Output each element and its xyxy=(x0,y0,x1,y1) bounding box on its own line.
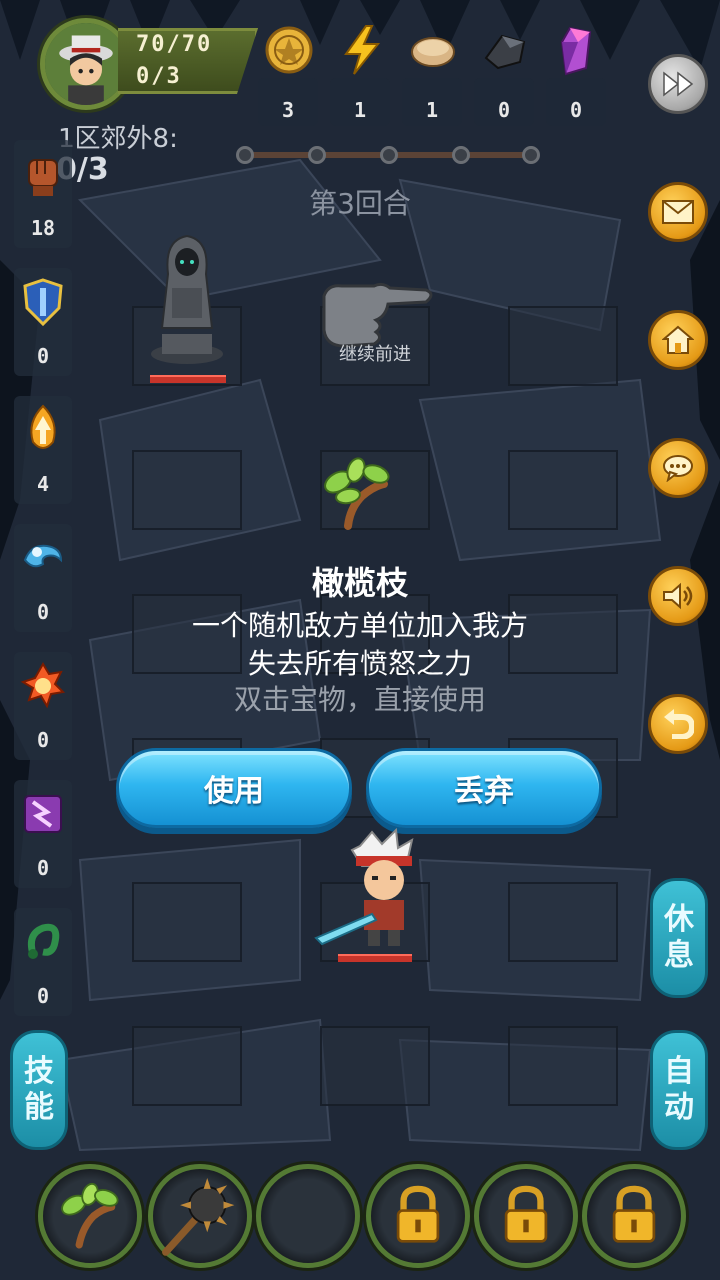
bread-icon xyxy=(411,37,455,67)
lock-icon xyxy=(504,1185,548,1243)
lock-icon xyxy=(396,1185,440,1243)
progress-node xyxy=(236,146,254,164)
item-slot-olive-branch[interactable] xyxy=(38,1164,142,1268)
resource-crystal-value: 0 xyxy=(569,98,583,122)
skill-slot-lightning[interactable]: 0 xyxy=(14,780,72,888)
skill-count: 18 xyxy=(30,216,56,240)
chat-button[interactable] xyxy=(648,438,708,498)
board-cell[interactable] xyxy=(508,882,618,962)
continue-label: 继续前进 xyxy=(339,344,411,365)
hooded-statue-enemy[interactable] xyxy=(142,228,232,368)
board-cell[interactable] xyxy=(508,306,618,386)
discard-item-button[interactable]: 丢弃 xyxy=(366,748,602,828)
shield-icon xyxy=(23,278,63,327)
enemy-hp-bar xyxy=(150,375,226,383)
fast-forward-button[interactable] xyxy=(648,54,708,114)
item-slot-locked[interactable] xyxy=(582,1164,686,1268)
item-description-line2: 失去所有愤怒之力 xyxy=(247,647,472,680)
round-label: 第3回合 xyxy=(309,187,411,220)
rest-button[interactable]: 休 息 xyxy=(650,878,708,998)
resource-crystal: 0 xyxy=(546,22,606,126)
item-hint: 双击宝物，直接使用 xyxy=(233,683,486,716)
skills-label-char: 技 xyxy=(24,1054,54,1089)
stage-label: 1区郊外8: xyxy=(58,124,178,154)
olive-branch-icon xyxy=(61,1182,119,1249)
home-button[interactable] xyxy=(648,310,708,370)
skill-count: 0 xyxy=(36,344,50,368)
skills-toggle-button[interactable]: 技 能 xyxy=(10,1030,68,1150)
auto-button[interactable]: 自 动 xyxy=(650,1030,708,1150)
skill-slot-fire-arrow[interactable]: 4 xyxy=(14,396,72,504)
player-wave-count: 0/3 xyxy=(136,64,182,89)
item-slot-spiked-mace[interactable] xyxy=(148,1164,252,1268)
skill-slot-fist[interactable]: 18 xyxy=(14,140,72,248)
skill-count: 0 xyxy=(36,984,50,1008)
serpent-icon xyxy=(27,923,60,959)
board-cell[interactable] xyxy=(508,450,618,530)
skills-label-char: 能 xyxy=(24,1090,54,1125)
item-description-line1: 一个随机敌方单位加入我方 xyxy=(191,609,528,642)
lightning-icon xyxy=(344,25,381,75)
purple-crystal-icon xyxy=(560,26,592,76)
resource-energy-value: 1 xyxy=(353,98,367,122)
board-cell[interactable] xyxy=(132,1026,242,1106)
progress-node xyxy=(452,146,470,164)
progress-node xyxy=(522,146,540,164)
resource-gold: 3 xyxy=(258,22,318,126)
use-item-button[interactable]: 使用 xyxy=(116,748,352,828)
rest-label-char: 息 xyxy=(664,938,694,973)
gold-coin-icon xyxy=(265,26,313,74)
skill-count: 4 xyxy=(36,472,50,496)
chat-bubble-icon xyxy=(663,455,693,482)
lock-icon xyxy=(612,1185,656,1243)
resource-iron-value: 0 xyxy=(497,98,511,122)
spiked-mace-icon xyxy=(162,1178,235,1256)
player-hp: 70/70 xyxy=(136,32,213,57)
item-slot-empty[interactable] xyxy=(256,1164,360,1268)
hero-portrait-icon xyxy=(45,23,127,105)
item-slot-locked[interactable] xyxy=(474,1164,578,1268)
resource-bread-value: 1 xyxy=(425,98,439,122)
skill-slot-serpent[interactable]: 0 xyxy=(14,908,72,1016)
auto-label-char: 动 xyxy=(664,1090,694,1125)
iron-ore-icon xyxy=(484,34,526,70)
item-slot-locked[interactable] xyxy=(366,1164,470,1268)
board-cell[interactable] xyxy=(508,1026,618,1106)
board-cell[interactable] xyxy=(320,1026,430,1106)
board-cell[interactable] xyxy=(132,450,242,530)
resource-gold-value: 3 xyxy=(281,98,295,122)
rest-label-char: 休 xyxy=(664,902,694,937)
fire-arrow-icon xyxy=(30,404,56,449)
fast-forward-icon xyxy=(663,71,694,97)
item-name: 橄榄枝 xyxy=(311,564,408,602)
resource-bread: 1 xyxy=(402,22,462,126)
home-icon xyxy=(662,325,694,354)
auto-label-char: 自 xyxy=(664,1054,694,1089)
progress-node xyxy=(308,146,326,164)
hero-hp-bar xyxy=(338,954,412,962)
skill-count: 0 xyxy=(36,728,50,752)
resource-energy: 1 xyxy=(330,22,390,126)
board-cell[interactable] xyxy=(132,882,242,962)
hero-character[interactable] xyxy=(312,826,442,956)
olive-branch-icon[interactable] xyxy=(318,456,394,532)
resource-iron: 0 xyxy=(474,22,534,126)
lightning-rune-icon xyxy=(24,795,62,833)
progress-node xyxy=(380,146,398,164)
skill-count: 0 xyxy=(36,856,50,880)
fist-icon xyxy=(28,159,58,196)
skill-slot-shield[interactable]: 0 xyxy=(14,268,72,376)
